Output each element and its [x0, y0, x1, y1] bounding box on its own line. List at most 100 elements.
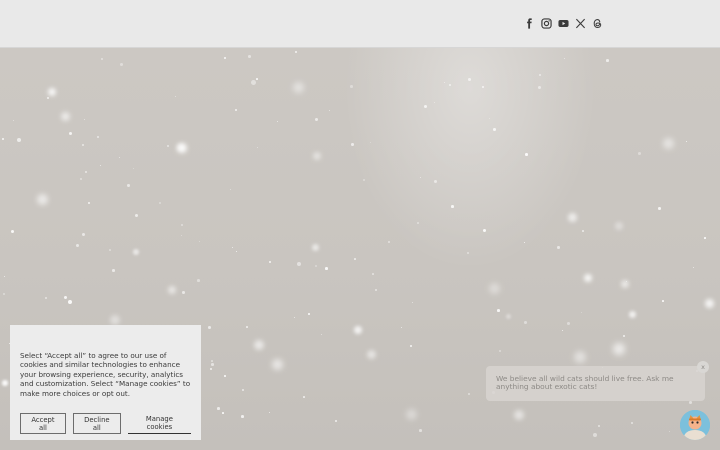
snowflake [613, 343, 626, 356]
snowflake [329, 110, 331, 112]
instagram-icon[interactable] [540, 16, 552, 30]
snowflake [410, 345, 413, 348]
snowflake [417, 222, 419, 224]
snowflake [272, 359, 284, 371]
chat-message: We believe all wild cats should live fre… [496, 374, 674, 392]
snowflake [13, 120, 14, 121]
snowflake [539, 74, 541, 76]
snowflake [101, 58, 104, 61]
manage-cookies-button[interactable]: Manage cookies [127, 413, 191, 435]
snowflake [524, 242, 526, 244]
snowflake [367, 350, 376, 359]
snowflake [354, 258, 356, 260]
snowflake [251, 80, 256, 85]
snowflake [434, 180, 438, 184]
snowflake [61, 112, 71, 122]
snowflake [581, 312, 583, 314]
snowflake [606, 59, 609, 62]
snowflake [3, 293, 5, 295]
snowflake [246, 326, 248, 328]
snowflake [236, 251, 238, 253]
snowflake [199, 241, 201, 243]
snowflake [424, 105, 428, 109]
snowflake [181, 224, 184, 227]
snowflake [325, 267, 328, 270]
snowflake [308, 313, 310, 315]
snowflake [593, 433, 598, 438]
social-links [523, 16, 603, 30]
snowflake [277, 121, 279, 123]
youtube-icon[interactable] [557, 16, 569, 30]
x-icon[interactable] [574, 16, 586, 30]
snowflake [17, 138, 22, 143]
snowflake [133, 249, 139, 255]
snowflake [47, 97, 50, 100]
snowflake [335, 420, 337, 422]
snowflake [497, 309, 500, 312]
snowflake [574, 351, 586, 363]
snowflake [623, 335, 625, 337]
snowflake [451, 205, 454, 208]
snowflake [557, 246, 560, 249]
snowflake [109, 249, 111, 251]
snowflake [211, 360, 213, 362]
cookie-banner-text: Select “Accept all” to agree to our use … [20, 351, 191, 398]
snowflake [168, 286, 177, 295]
snowflake [232, 247, 234, 249]
snowflake [297, 262, 302, 267]
snowflake [197, 279, 200, 282]
snowflake [568, 213, 577, 222]
snowflake [100, 165, 102, 167]
snowflake [483, 229, 486, 232]
snowflake [615, 222, 623, 230]
snowflake [68, 300, 72, 304]
snowflake [567, 322, 570, 325]
snowflake [120, 63, 123, 66]
snowflake [375, 289, 378, 292]
snowflake [76, 244, 79, 247]
facebook-icon[interactable] [523, 16, 535, 30]
snowflake [4, 276, 6, 278]
snowflake [631, 422, 634, 425]
snowflake [82, 233, 86, 237]
threads-icon[interactable] [591, 16, 603, 30]
snowflake [45, 297, 48, 300]
snowflake [256, 78, 258, 80]
snowflake [662, 300, 664, 302]
snowflake [293, 82, 305, 94]
accept-all-button[interactable]: Accept all [20, 413, 66, 435]
chat-avatar[interactable] [680, 410, 710, 440]
snowflake [315, 265, 318, 268]
snowflake [663, 138, 675, 150]
snowflake [175, 96, 176, 97]
snowflake [112, 269, 115, 272]
snowflake [248, 55, 251, 58]
snowflake [80, 178, 82, 180]
chat-close-button[interactable]: x [697, 361, 709, 373]
snowflake [321, 334, 322, 335]
snowflake [84, 119, 86, 121]
snowflake [621, 280, 630, 289]
snowflake [69, 132, 72, 135]
snowflake [514, 410, 525, 421]
snowflake [354, 326, 362, 334]
snowflake [257, 147, 259, 149]
snowflake [242, 389, 245, 392]
snowflake [705, 299, 714, 308]
snowflake [2, 380, 8, 386]
snowflake [64, 296, 68, 300]
snowflake [444, 82, 445, 83]
snowflake [217, 407, 220, 410]
chat-bubble[interactable]: We believe all wild cats should live fre… [486, 366, 705, 401]
snowflake [506, 314, 512, 320]
snowflake [224, 57, 227, 60]
snowflake [468, 78, 471, 81]
snowflake [167, 145, 170, 148]
decline-all-button[interactable]: Decline all [72, 413, 121, 435]
snowflake [582, 230, 584, 232]
snowflake [224, 375, 226, 377]
snowflake [230, 189, 232, 191]
cookie-banner-actions: Accept all Decline all Manage cookies [20, 413, 191, 435]
snowflake [489, 283, 500, 294]
snowflake [350, 85, 353, 88]
